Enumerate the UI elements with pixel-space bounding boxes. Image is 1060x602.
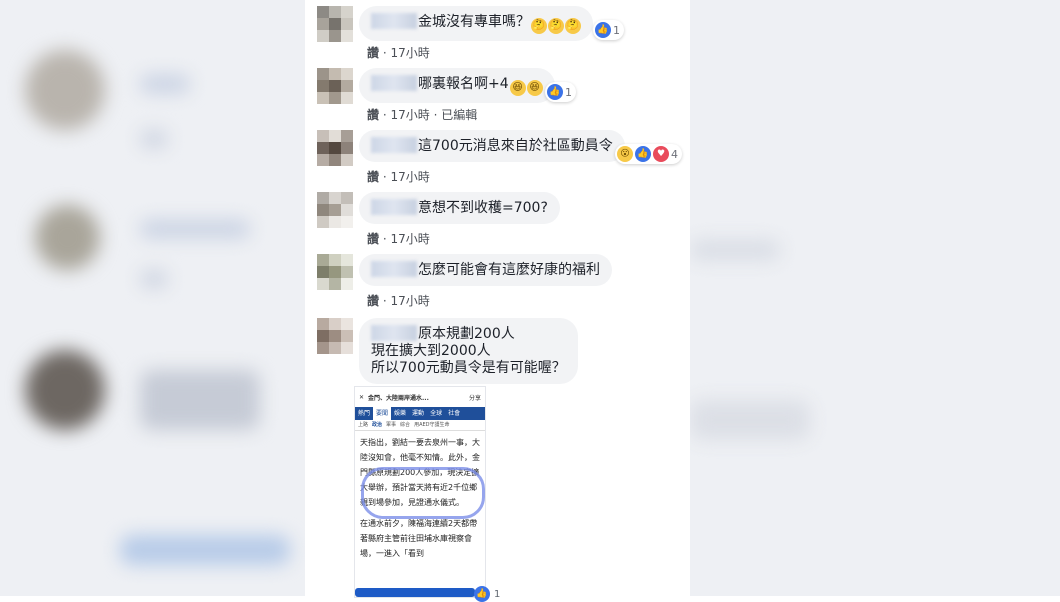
like-reaction-icon: 👍	[635, 146, 651, 162]
like-link[interactable]: 讚	[367, 108, 379, 122]
comment-text: 意想不到收穫=700?	[418, 200, 548, 216]
close-icon: ✕	[359, 393, 365, 401]
subnav-item: 上路	[358, 422, 369, 428]
comment-line: 原本規劃200人	[418, 326, 515, 342]
commenter-name[interactable]	[371, 261, 417, 277]
separator: ·	[382, 170, 387, 184]
separator: ·	[382, 294, 387, 308]
like-link[interactable]: 讚	[367, 294, 379, 308]
screenshot-subnav: 上路 政治 軍事 綜合 用AED守護生命	[355, 420, 485, 431]
comment-line: 所以700元動員令是有可能喔？	[371, 360, 566, 376]
comment-text: 這700元消息來自於社區動員令	[418, 138, 613, 154]
comment-bubble: 原本規劃200人 現在擴大到2000人 所以700元動員令是有可能喔？	[359, 318, 578, 384]
comment-meta: 讚 · 17小時	[367, 168, 430, 185]
thinking-emoji-icon: 🤔	[531, 18, 547, 34]
comment-meta: 讚 · 17小時	[367, 44, 430, 61]
comment-bubble: 哪裏報名啊+4 😆 😆	[359, 68, 555, 103]
subnav-item: 用AED守護生命	[414, 422, 450, 428]
subnav-item: 軍事	[386, 422, 397, 428]
comment-meta: 讚 · 17小時 · 已編輯	[367, 106, 477, 123]
nav-tab-active: 要聞	[373, 407, 392, 420]
commenter-name[interactable]	[371, 13, 417, 29]
blurred-avatar	[35, 205, 100, 270]
comment-meta: 讚 · 17小時	[367, 230, 430, 247]
commenter-name[interactable]	[371, 75, 417, 91]
timestamp[interactable]: 17小時	[391, 294, 430, 308]
reaction-count: 1	[565, 85, 572, 99]
like-link[interactable]: 讚	[367, 46, 379, 60]
subnav-item: 政治	[372, 422, 383, 428]
reaction-count: 4	[671, 147, 678, 161]
timestamp[interactable]: 17小時	[391, 170, 430, 184]
like-link[interactable]: 讚	[367, 232, 379, 246]
laughing-emoji-icon: 😆	[526, 80, 543, 96]
reaction-summary[interactable]: 👍 1	[545, 82, 576, 102]
thinking-emoji-icon: 🤔	[548, 18, 564, 34]
comment-bubble: 這700元消息來自於社區動員令	[359, 130, 625, 162]
background-right-panel	[690, 0, 1060, 596]
comment-meta: 讚 · 17小時	[367, 292, 430, 309]
comment-text: 金城沒有專車嗎？	[418, 14, 530, 30]
timestamp[interactable]: 17小時	[391, 46, 430, 60]
comment-text: 哪裏報名啊+4	[418, 76, 509, 92]
separator: ·	[382, 46, 387, 60]
thinking-emoji-icon: 🤔	[565, 18, 581, 34]
separator: ·	[382, 232, 387, 246]
comment-text: 怎麼可能會有這麼好康的福利	[418, 262, 600, 278]
avatar[interactable]	[317, 192, 353, 228]
commenter-name[interactable]	[371, 325, 417, 341]
edited-label[interactable]: · 已編輯	[434, 108, 478, 122]
share-label: 分享	[468, 394, 481, 402]
nav-tab: 熱門	[358, 410, 371, 417]
article-paragraph: 在通水前夕，陳福海連續2天都帶著縣府主管前往田埔水庫視察會場，一進入「看到	[360, 519, 478, 558]
separator: ·	[382, 108, 387, 122]
avatar[interactable]	[317, 254, 353, 290]
reaction-summary[interactable]: 👍 1	[593, 20, 624, 40]
attachment-reaction-summary[interactable]: 👍 1	[474, 586, 500, 602]
like-reaction-icon: 👍	[547, 84, 563, 100]
love-reaction-icon: ♥	[653, 146, 669, 162]
reaction-summary[interactable]: 😮 👍 ♥ 4	[615, 144, 682, 164]
avatar[interactable]	[317, 318, 353, 354]
nav-tab: 娛樂	[394, 410, 407, 417]
nav-tab: 社會	[448, 410, 461, 417]
background-left-panel	[0, 0, 305, 596]
screenshot-title: 金門、大陸兩岸通水...	[368, 394, 429, 402]
comment-bubble: 怎麼可能會有這麼好康的福利	[359, 254, 612, 286]
avatar[interactable]	[317, 130, 353, 166]
avatar[interactable]	[317, 68, 353, 104]
comment-bubble: 意想不到收穫=700?	[359, 192, 560, 224]
screenshot-nav: 熱門 要聞 娛樂 運動 全球 社會	[355, 407, 485, 420]
like-reaction-icon: 👍	[474, 586, 490, 602]
blurred-avatar	[25, 350, 105, 430]
nav-tab: 運動	[412, 410, 425, 417]
like-link[interactable]: 讚	[367, 170, 379, 184]
commenter-name[interactable]	[371, 199, 417, 215]
reaction-count: 1	[494, 588, 501, 600]
laughing-emoji-icon: 😆	[509, 80, 526, 96]
highlight-circle	[361, 467, 485, 519]
like-reaction-icon: 👍	[595, 22, 611, 38]
screenshot-top-bar: ✕ 金門、大陸兩岸通水... 分享	[355, 387, 485, 407]
nav-tab: 全球	[430, 410, 443, 417]
avatar[interactable]	[317, 6, 353, 42]
blurred-avatar	[25, 50, 105, 130]
wow-reaction-icon: 😮	[617, 146, 633, 162]
subnav-item: 綜合	[400, 422, 411, 428]
commenter-name[interactable]	[371, 137, 417, 153]
attached-screenshot[interactable]: ✕ 金門、大陸兩岸通水... 分享 熱門 要聞 娛樂 運動 全球 社會 上路 政…	[354, 386, 486, 598]
comment-bubble: 金城沒有專車嗎？ 🤔 🤔 🤔	[359, 6, 593, 41]
timestamp[interactable]: 17小時	[391, 108, 430, 122]
comment-line: 現在擴大到2000人	[371, 343, 491, 359]
reaction-count: 1	[613, 23, 620, 37]
timestamp[interactable]: 17小時	[391, 232, 430, 246]
